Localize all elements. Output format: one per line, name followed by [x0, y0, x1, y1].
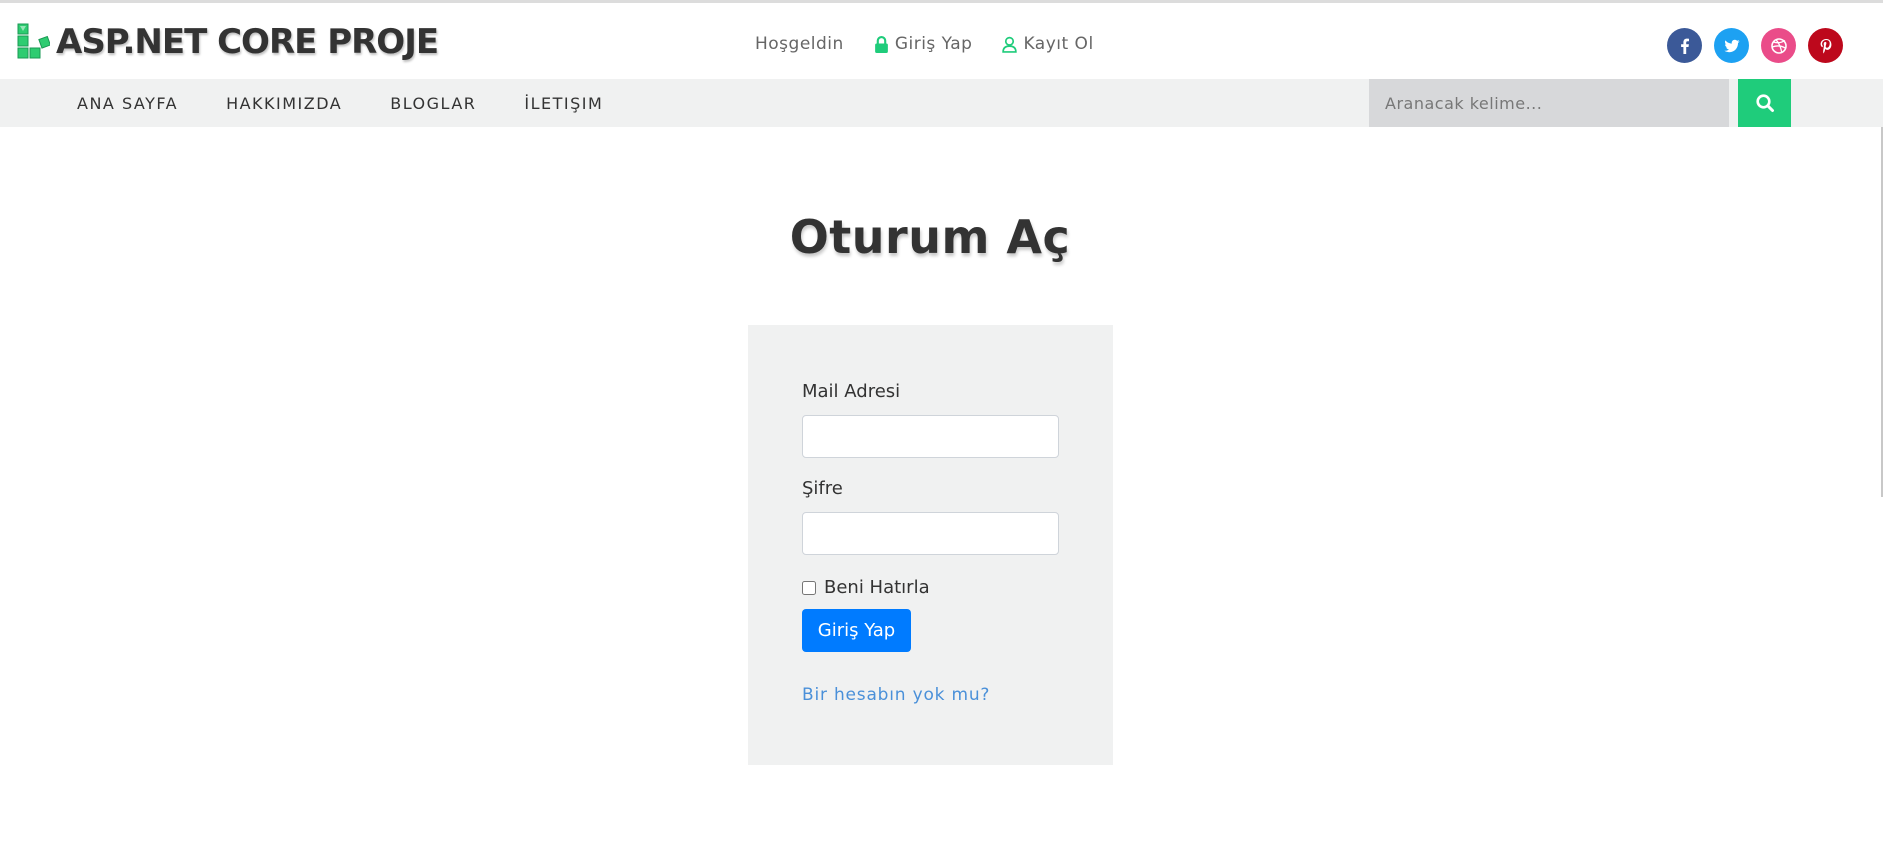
email-field[interactable] [802, 415, 1059, 458]
search-icon [1755, 94, 1774, 112]
social-links [1667, 28, 1855, 63]
pinterest-icon [1820, 38, 1831, 53]
search-input[interactable] [1369, 79, 1729, 127]
brand-name: ASP.NET CORE PROJE [56, 22, 439, 62]
password-label: Şifre [802, 478, 843, 499]
login-button[interactable]: Giriş Yap [802, 609, 911, 652]
user-icon [1002, 36, 1018, 53]
welcome-link[interactable]: Hoşgeldin [755, 34, 844, 54]
register-top-link[interactable]: Kayıt Ol [1002, 34, 1093, 54]
register-top-label: Kayıt Ol [1023, 34, 1094, 54]
pinterest-button[interactable] [1808, 28, 1843, 63]
facebook-icon [1680, 38, 1689, 54]
password-field[interactable] [802, 512, 1059, 555]
search-button[interactable] [1738, 79, 1791, 127]
remember-label: Beni Hatırla [824, 577, 930, 598]
site-logo[interactable]: ASP.NET CORE PROJE [16, 20, 439, 64]
remember-me: Beni Hatırla [802, 577, 930, 598]
register-link[interactable]: Bir hesabın yok mu? [802, 685, 990, 705]
twitter-button[interactable] [1714, 28, 1749, 63]
logo-icon [17, 23, 50, 59]
nav-item-contact[interactable]: İLETIŞIM [524, 94, 603, 113]
page-title: Oturum Aç [789, 210, 1071, 264]
login-link-label: Giriş Yap [894, 34, 973, 54]
nav-item-about[interactable]: HAKKIMIZDA [226, 94, 342, 113]
login-link[interactable]: Giriş Yap [874, 34, 973, 54]
nav-item-blogs[interactable]: BLOGLAR [390, 94, 476, 113]
nav-menu: ANA SAYFA HAKKIMIZDA BLOGLAR İLETIŞIM [77, 79, 651, 127]
lock-icon [874, 35, 888, 53]
dribbble-icon [1770, 37, 1787, 54]
welcome-label: Hoşgeldin [755, 34, 844, 54]
nav-item-home[interactable]: ANA SAYFA [77, 94, 178, 113]
top-links: Hoşgeldin Giriş Yap Kayıt Ol [755, 31, 1124, 57]
login-form: Mail Adresi Şifre Beni Hatırla Giriş Yap… [748, 325, 1113, 765]
remember-checkbox[interactable] [802, 580, 816, 595]
twitter-icon [1723, 39, 1739, 52]
main-nav: ANA SAYFA HAKKIMIZDA BLOGLAR İLETIŞIM [0, 79, 1883, 127]
facebook-button[interactable] [1667, 28, 1702, 63]
site-header: ASP.NET CORE PROJE Hoşgeldin Giriş Yap K… [0, 3, 1883, 79]
email-label: Mail Adresi [802, 381, 901, 402]
dribbble-button[interactable] [1761, 28, 1796, 63]
